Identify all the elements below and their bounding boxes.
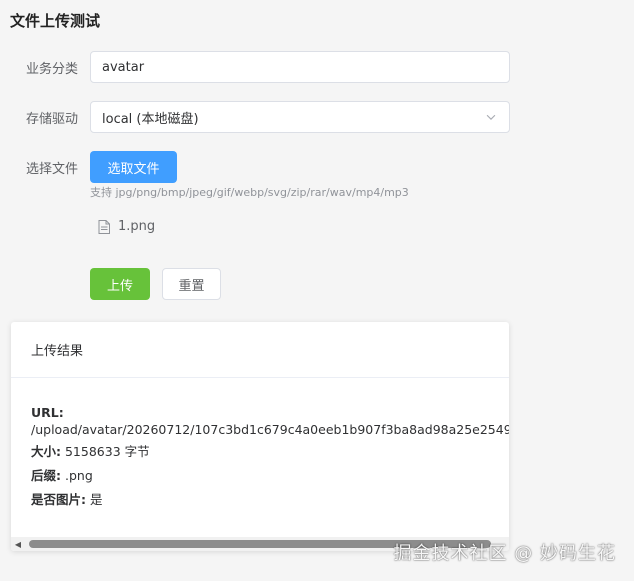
choose-file-button[interactable]: 选取文件	[90, 151, 177, 183]
reset-button[interactable]: 重置	[162, 268, 221, 300]
result-is-image-value: 是	[89, 492, 103, 507]
result-url-label: URL:	[31, 405, 64, 420]
result-size-row: 大小: 5158633 字节	[31, 441, 489, 462]
scroll-left-icon[interactable]: ◀	[11, 537, 25, 551]
result-size-label: 大小:	[31, 444, 61, 459]
result-ext-label: 后缀:	[31, 468, 61, 483]
file-type-hint: 支持 jpg/png/bmp/jpeg/gif/webp/svg/zip/rar…	[90, 186, 409, 199]
form-actions: 上传 重置	[90, 268, 221, 300]
upload-result-card: 上传结果 URL: /upload/avatar/20260712/107c3b…	[11, 322, 509, 551]
result-size-value: 5158633 字节	[64, 444, 150, 459]
result-url-value: /upload/avatar/20260712/107c3bd1c679c4a0…	[31, 422, 509, 437]
file-list-item[interactable]: 1.png	[98, 219, 155, 234]
file-label: 选择文件	[25, 161, 78, 177]
result-is-image-label: 是否图片:	[31, 492, 86, 507]
form-row-category: 业务分类 avatar	[0, 51, 510, 83]
result-card-body: URL: /upload/avatar/20260712/107c3bd1c67…	[11, 378, 509, 510]
category-label: 业务分类	[25, 61, 78, 77]
form-row-file: 选择文件 选取文件	[0, 151, 177, 183]
page-title: 文件上传测试	[10, 12, 101, 30]
result-url-row: URL:	[31, 402, 489, 423]
document-icon	[98, 219, 110, 234]
driver-label: 存储驱动	[25, 111, 78, 127]
chevron-down-icon	[486, 114, 496, 120]
category-input[interactable]: avatar	[90, 51, 510, 83]
category-input-value: avatar	[102, 59, 145, 75]
upload-button[interactable]: 上传	[90, 268, 150, 300]
result-is-image-row: 是否图片: 是	[31, 489, 489, 510]
driver-select-value: local (本地磁盘)	[102, 111, 199, 127]
result-card-title: 上传结果	[11, 322, 509, 378]
result-ext-value: .png	[64, 468, 93, 483]
watermark: 掘金技术社区 @ 妙码生花	[393, 543, 616, 564]
driver-select[interactable]: local (本地磁盘)	[90, 101, 510, 133]
form-row-driver: 存储驱动 local (本地磁盘)	[0, 101, 510, 133]
result-ext-row: 后缀: .png	[31, 465, 489, 486]
file-name: 1.png	[118, 219, 156, 234]
